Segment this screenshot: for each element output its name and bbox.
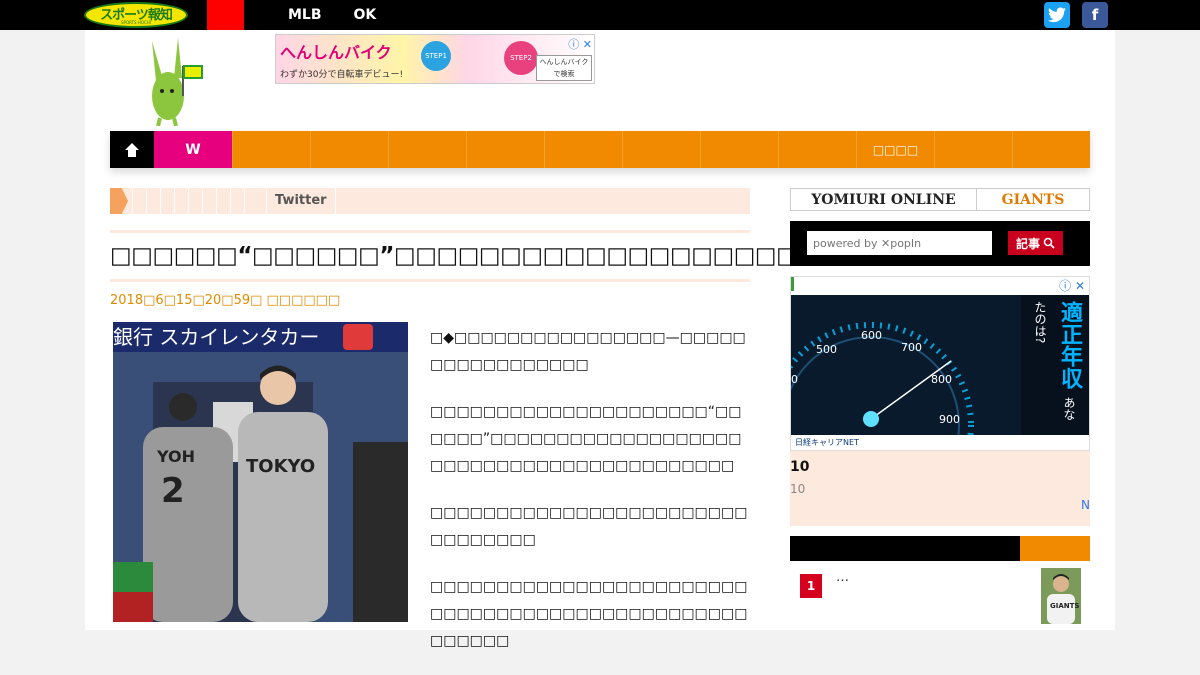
search-button[interactable]: 記事 (1008, 231, 1063, 255)
breadcrumb-seg[interactable] (188, 188, 202, 214)
nav-cell[interactable]: □□□□ (856, 131, 934, 168)
nav-cell[interactable] (700, 131, 778, 168)
top-nav: MLB OK (288, 0, 376, 30)
ranking-header (790, 536, 1090, 561)
rank-text: … (836, 570, 849, 585)
nav-cell[interactable] (934, 131, 1012, 168)
svg-text:2: 2 (161, 471, 185, 511)
ad-indicator (791, 277, 794, 291)
nav-w[interactable]: W (154, 131, 232, 168)
article-body: □◆□□□□□□□□□□□□□□□□—□□□□□□□□□□□□□□□□□ □□□… (430, 325, 750, 675)
ad-footer: 日経キャリアNET (791, 435, 1089, 450)
nav-ok[interactable]: OK (354, 7, 377, 23)
ad-subtitle: わずか30分で自転車デビュー! (280, 70, 404, 80)
article-photo: 銀行 スカイレンタカー YOH 2 TOKYO (113, 322, 408, 622)
breadcrumb-arrow-icon (110, 188, 128, 214)
ad-vertical-text: 適正年収 あなたのは? (1021, 295, 1089, 437)
red-menu-block[interactable] (207, 0, 244, 30)
nav-cell[interactable] (466, 131, 544, 168)
info-line-1: 10 (790, 459, 810, 475)
ad-side-button[interactable]: へんしんバイク で検索 (536, 55, 592, 81)
breadcrumb-seg[interactable] (132, 188, 146, 214)
sidebar-info-box: 10 10 N (790, 451, 1090, 526)
breadcrumb-seg[interactable] (174, 188, 188, 214)
nav-cell[interactable] (310, 131, 388, 168)
ad-step2: STEP2 (504, 41, 538, 75)
ranking-item[interactable]: 1 … GIANTS (790, 566, 1090, 630)
article-paragraph: □□□□□□□□□□□□□□□□□□□□□□□□□□□□□□□□ (430, 505, 748, 548)
search-button-label: 記事 (1015, 236, 1040, 251)
article-paragraph: □□□□□□□□□□□□□□□□□□□□□□□□□□□□□□□□□□□□□□□□… (430, 579, 748, 649)
ranking-tab-orange[interactable] (1020, 536, 1090, 561)
rank-thumbnail: GIANTS (1041, 568, 1081, 624)
article-paragraph: □□□□□□□□□□□□□□□□□□□□□“□□□□□□”□□□□□□□□□□□… (430, 404, 742, 474)
giants-link[interactable]: GIANTS (977, 189, 1089, 210)
gauge-label: 600 (861, 329, 882, 342)
ad-step1: STEP1 (421, 41, 451, 71)
info-more-link[interactable]: N (1081, 498, 1090, 512)
logo-subtext: SPORTS HOCHI (121, 20, 151, 25)
breadcrumb-seg[interactable] (202, 188, 216, 214)
yomiuri-online-link[interactable]: YOMIURI ONLINE (791, 189, 977, 210)
breadcrumb-seg[interactable] (146, 188, 160, 214)
nav-cell[interactable] (778, 131, 856, 168)
breadcrumb-twitter[interactable]: Twitter (266, 188, 336, 214)
svg-text:YOH: YOH (156, 447, 195, 466)
gauge-image: 500 600 700 800 900 0 (791, 295, 1021, 437)
nav-cell[interactable] (544, 131, 622, 168)
top-bar: スポーツ報知 SPORTS HOCHI MLB OK f (0, 0, 1200, 30)
search-icon (1043, 237, 1055, 249)
rank-number: 1 (800, 574, 822, 598)
nav-mlb[interactable]: MLB (288, 7, 322, 23)
breadcrumb-seg[interactable] (216, 188, 230, 214)
nav-cell[interactable] (232, 131, 310, 168)
main-nav: W □□□□ (110, 131, 1090, 168)
sidebar-ad[interactable]: ⓘ ✕ 500 600 700 800 900 0 適正年収 あなたのは? 日経… (790, 276, 1090, 451)
ranking-tab-black[interactable] (790, 536, 1020, 561)
nav-cell[interactable] (1012, 131, 1090, 168)
breadcrumb-seg[interactable] (244, 188, 258, 214)
twitter-icon[interactable] (1044, 2, 1070, 28)
svg-text:TOKYO: TOKYO (246, 456, 315, 477)
facebook-icon[interactable]: f (1082, 2, 1108, 28)
article-title-wrap: □□□□□□“□□□□□□”□□□□□□□□□□□□□□□□□□□□□□□□□□… (110, 230, 968, 282)
nav-cell[interactable] (622, 131, 700, 168)
svg-text:GIANTS: GIANTS (1050, 602, 1079, 610)
mascot-icon (152, 38, 203, 126)
ad-brand: へんしんバイク (280, 43, 392, 62)
info-line-2: 10 (790, 482, 806, 496)
svg-text:銀行 スカイレンタカー: 銀行 スカイレンタカー (113, 325, 319, 349)
breadcrumb-seg[interactable] (160, 188, 174, 214)
site-logo[interactable]: スポーツ報知 SPORTS HOCHI (84, 2, 188, 28)
ad-banner[interactable]: へんしんバイク わずか30分で自転車デビュー! STEP1 STEP2 へんしん… (275, 34, 595, 84)
ad-close-icon[interactable]: ⓘ ✕ (1059, 277, 1085, 294)
article-paragraph: □◆□□□□□□□□□□□□□□□□—□□□□□□□□□□□□□□□□□ (430, 330, 746, 373)
gauge-label: 0 (791, 373, 798, 386)
search-box: 記事 (790, 221, 1090, 266)
gauge-label: 900 (939, 413, 960, 426)
ad-close-icon[interactable]: ⓘ ✕ (568, 36, 592, 52)
breadcrumb: Twitter (110, 188, 750, 214)
breadcrumb-seg[interactable] (230, 188, 244, 214)
nav-cell[interactable] (388, 131, 466, 168)
search-input[interactable] (807, 231, 992, 255)
gauge-label: 700 (901, 341, 922, 354)
yomiuri-banner: YOMIURI ONLINE GIANTS (790, 188, 1090, 211)
home-icon[interactable] (110, 131, 154, 168)
gauge-label: 500 (816, 343, 837, 356)
article-date: 2018□6□15□20□59□ □□□□□□ (110, 293, 341, 308)
ad-vertical-main: 適正年収 (1057, 301, 1082, 389)
gauge-label: 800 (931, 373, 952, 386)
